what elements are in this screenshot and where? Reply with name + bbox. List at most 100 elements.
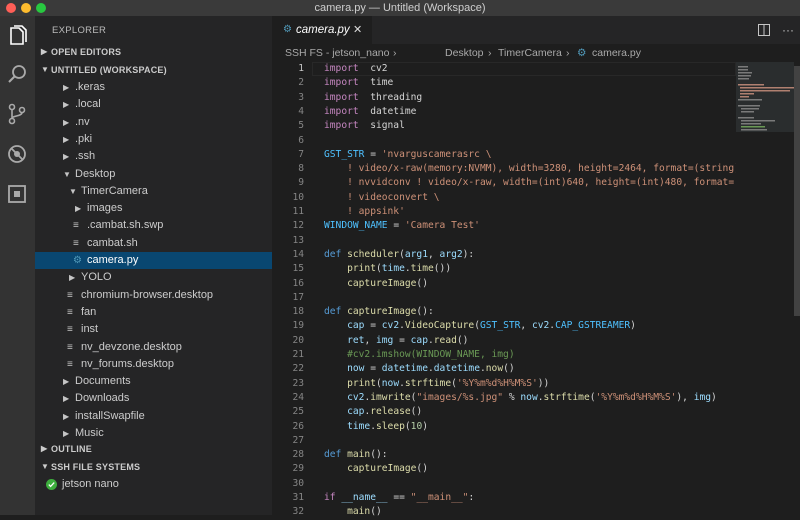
code-line[interactable]: ! appsink': [324, 205, 736, 219]
ssh-host-item[interactable]: jetson nano: [35, 476, 272, 493]
code-line[interactable]: def scheduler(arg1, arg2):: [324, 248, 736, 262]
zoom-window-button[interactable]: [36, 3, 46, 13]
close-window-button[interactable]: [6, 3, 16, 13]
search-icon[interactable]: [5, 62, 29, 86]
code-line[interactable]: captureImage(): [324, 462, 736, 476]
code-line[interactable]: def main():: [324, 448, 736, 462]
code-line[interactable]: cap.release(): [324, 405, 736, 419]
code-line[interactable]: now = datetime.datetime.now(): [324, 362, 736, 376]
tree-folder[interactable]: ▶ .nv: [35, 114, 272, 131]
tree-folder[interactable]: ▶ YOLO: [35, 269, 272, 286]
tree-folder[interactable]: ▼ Desktop: [35, 166, 272, 183]
code-line[interactable]: time.sleep(10): [324, 420, 736, 434]
chevron-down-icon[interactable]: ▼: [69, 183, 77, 200]
tree-item-label: Desktop: [75, 167, 116, 180]
code-token: now: [485, 363, 504, 375]
line-number: 19: [292, 320, 304, 332]
code-line[interactable]: GST_STR = 'nvarguscamerasrc \: [324, 148, 736, 162]
breadcrumb-root[interactable]: SSH FS - jetson_nano: [285, 44, 389, 62]
chevron-right-icon[interactable]: ▶: [63, 373, 69, 390]
tree-file[interactable]: ⚙ camera.py: [35, 252, 272, 269]
code-line[interactable]: main(): [324, 505, 736, 519]
code-line[interactable]: WINDOW_NAME = 'Camera Test': [324, 219, 736, 233]
vertical-scrollbar-thumb[interactable]: [794, 66, 800, 316]
code-line[interactable]: import datetime: [324, 105, 736, 119]
tree-file[interactable]: ≡ nv_devzone.desktop: [35, 339, 272, 356]
tree-folder[interactable]: ▶ installSwapfile: [35, 408, 272, 425]
tree-folder[interactable]: ▶ .local: [35, 96, 272, 113]
more-actions-icon[interactable]: ···: [782, 16, 794, 44]
split-editor-icon[interactable]: [758, 24, 770, 36]
tree-folder[interactable]: ▼ TimerCamera: [35, 183, 272, 200]
code-line[interactable]: ! nvvidconv ! video/x-raw, width=(int)64…: [324, 176, 736, 190]
tab-camera-py[interactable]: ⚙ camera.py ✕: [272, 16, 372, 44]
code-line[interactable]: [324, 234, 736, 248]
chevron-right-icon[interactable]: ▶: [69, 269, 75, 286]
open-editors-section[interactable]: ▶ OPEN EDITORS: [35, 43, 272, 61]
tree-file[interactable]: ≡ cambat.sh: [35, 235, 272, 252]
minimize-window-button[interactable]: [21, 3, 31, 13]
line-number: 10: [292, 191, 304, 203]
debug-icon[interactable]: [5, 142, 29, 166]
breadcrumb-file[interactable]: camera.py: [592, 44, 641, 62]
chevron-right-icon[interactable]: ▶: [63, 408, 69, 425]
code-line[interactable]: [324, 477, 736, 491]
code-line[interactable]: import cv2: [324, 62, 736, 76]
code-line[interactable]: print(time.time()): [324, 262, 736, 276]
workspace-section[interactable]: ▼ UNTITLED (WORKSPACE): [35, 61, 272, 79]
line-number: 16: [292, 277, 304, 289]
code-line[interactable]: cap = cv2.VideoCapture(GST_STR, cv2.CAP_…: [324, 319, 736, 333]
tree-file[interactable]: ≡ chromium-browser.desktop: [35, 287, 272, 304]
code-line[interactable]: ret, img = cap.read(): [324, 334, 736, 348]
files-icon[interactable]: [5, 24, 29, 48]
code-line[interactable]: [324, 291, 736, 305]
code-token: img: [376, 334, 394, 346]
chevron-right-icon[interactable]: ▶: [63, 79, 69, 96]
code-line[interactable]: ! videoconvert \: [324, 191, 736, 205]
breadcrumb-desktop[interactable]: Desktop: [445, 44, 484, 62]
code-token: (): [503, 363, 515, 375]
code-line[interactable]: [324, 134, 736, 148]
code-line[interactable]: cv2.imwrite("images/%s.jpg" % now.strfti…: [324, 391, 736, 405]
outline-section[interactable]: ▶ OUTLINE: [35, 440, 272, 458]
chevron-right-icon[interactable]: ▶: [63, 131, 69, 148]
code-line[interactable]: import signal: [324, 119, 736, 133]
code-line[interactable]: captureImage(): [324, 277, 736, 291]
tree-folder[interactable]: ▶ Downloads: [35, 390, 272, 407]
chevron-down-icon[interactable]: ▼: [63, 166, 71, 183]
code-line[interactable]: ! video/x-raw(memory:NVMM), width=3280, …: [324, 162, 736, 176]
code-line[interactable]: print(now.strftime('%Y%m%d%H%M%S')): [324, 377, 736, 391]
code-line[interactable]: [324, 434, 736, 448]
tree-folder[interactable]: ▶ .pki: [35, 131, 272, 148]
tree-folder[interactable]: ▶ .keras: [35, 79, 272, 96]
tree-item-label: .keras: [75, 81, 105, 93]
code-line[interactable]: if __name__ == "__main__":: [324, 491, 736, 505]
chevron-right-icon[interactable]: ▶: [63, 390, 69, 407]
code-editor[interactable]: 1 import cv2 2 import time 3 import threading…: [272, 62, 800, 517]
tree-file[interactable]: ≡ fan: [35, 304, 272, 321]
chevron-right-icon[interactable]: ▶: [63, 96, 69, 113]
tree-file[interactable]: ≡ nv_forums.desktop: [35, 356, 272, 373]
tree-folder[interactable]: ▶ .ssh: [35, 148, 272, 165]
code-line[interactable]: import threading: [324, 91, 736, 105]
tree-folder[interactable]: ▶ images: [35, 200, 272, 217]
code-token: sleep: [376, 420, 405, 432]
tree-file[interactable]: ≡ inst: [35, 321, 272, 338]
source-control-icon[interactable]: [5, 102, 29, 126]
tree-file[interactable]: ≡ .cambat.sh.swp: [35, 217, 272, 234]
code-line[interactable]: import time: [324, 76, 736, 90]
close-tab-icon[interactable]: ✕: [353, 16, 362, 44]
code-line[interactable]: #cv2.imshow(WINDOW_NAME, img): [324, 348, 736, 362]
ssh-file-systems-section[interactable]: ▼ SSH FILE SYSTEMS: [35, 458, 272, 476]
code-line[interactable]: def captureImage():: [324, 305, 736, 319]
tree-folder[interactable]: ▶ Documents: [35, 373, 272, 390]
line-number: 6: [298, 134, 304, 146]
breadcrumb-timercamera[interactable]: TimerCamera: [498, 44, 562, 62]
chevron-right-icon[interactable]: ▶: [75, 200, 81, 217]
extensions-icon[interactable]: [5, 182, 29, 206]
chevron-right-icon[interactable]: ▶: [63, 148, 69, 165]
minimap[interactable]: [736, 62, 794, 515]
chevron-right-icon[interactable]: ▶: [63, 114, 69, 131]
